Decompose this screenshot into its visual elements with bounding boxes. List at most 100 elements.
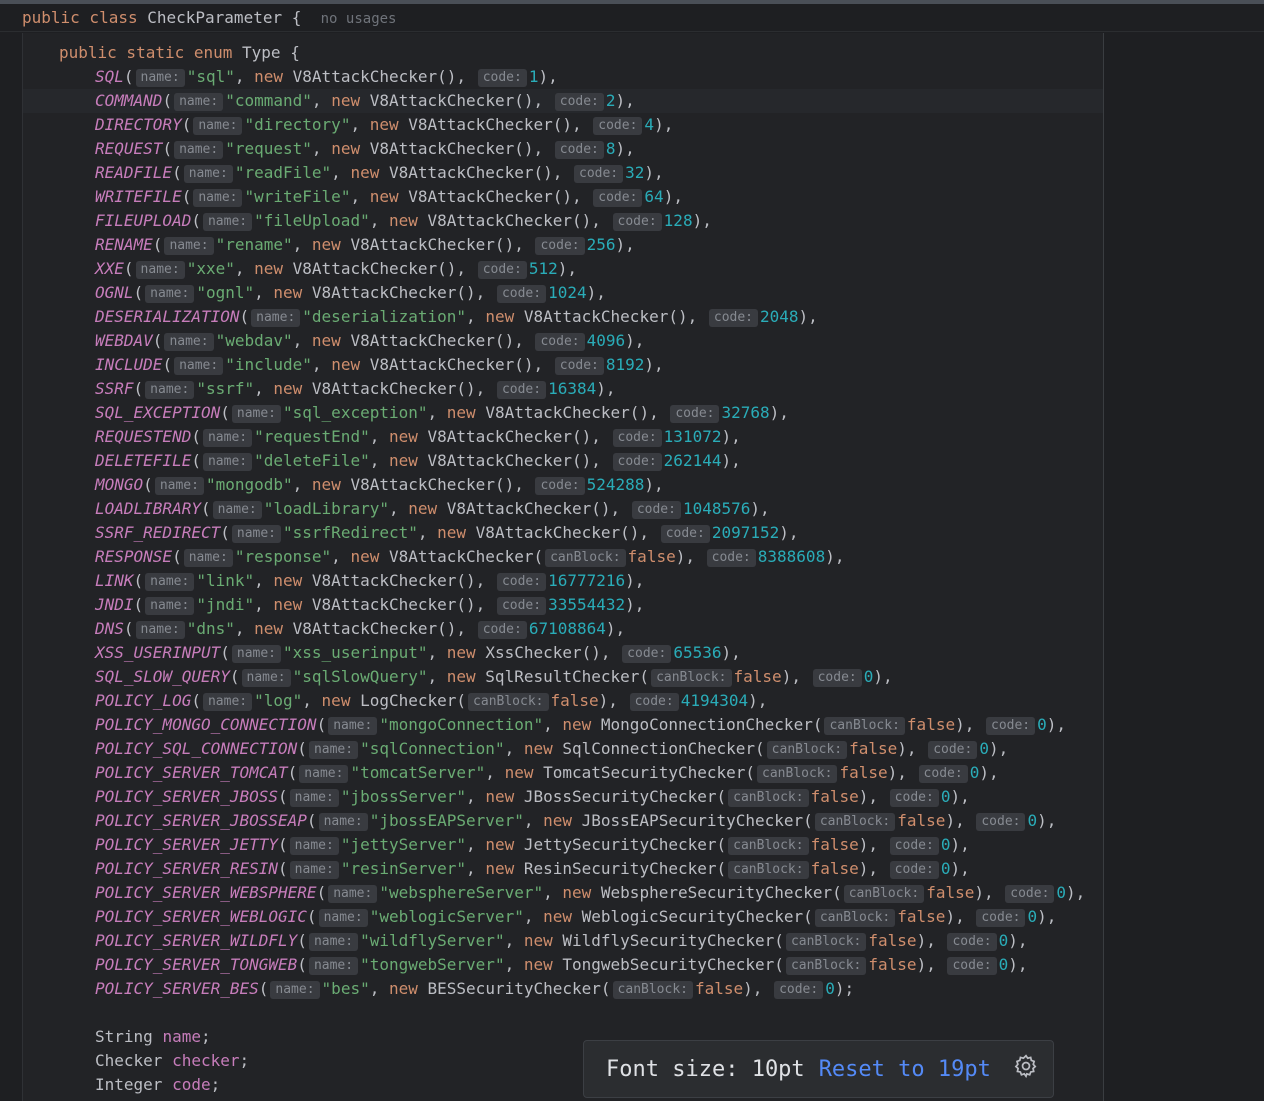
parameter-hint: code:: [708, 309, 759, 327]
punct: ;: [239, 1051, 250, 1070]
enum-entry-line[interactable]: POLICY_SERVER_TONGWEB(name: "tongwebServe…: [23, 953, 1103, 977]
enum-entry-line[interactable]: DIRECTORY(name: "directory", new V8Attack…: [23, 113, 1103, 137]
enum-entry-line[interactable]: POLICY_SERVER_JBOSSEAP(name: "jbossEAPSer…: [23, 809, 1103, 833]
punct: ),: [721, 451, 741, 470]
enum-entry-line[interactable]: LOADLIBRARY(name: "loadLibrary", new V8At…: [23, 497, 1103, 521]
enum-entry-line[interactable]: DNS(name: "dns", new V8AttackChecker(), c…: [23, 617, 1103, 641]
enum-entry-line[interactable]: INCLUDE(name: "include", new V8AttackChec…: [23, 353, 1103, 377]
enum-constant: POLICY_SERVER_JETTY: [95, 835, 279, 854]
parameter-hint: name:: [164, 237, 214, 255]
punct: (: [220, 523, 230, 542]
punct: (: [229, 667, 240, 686]
enum-constant: WEBDAV: [95, 331, 153, 350]
parameter-hint: name:: [289, 789, 339, 807]
parameter-hint: code:: [947, 957, 997, 975]
enum-entry-line[interactable]: POLICY_SERVER_JBOSS(name: "jbossServer", …: [23, 785, 1103, 809]
enum-entry-line[interactable]: POLICY_SERVER_JETTY(name: "jettyServer", …: [23, 833, 1103, 857]
enum-entry-line[interactable]: XSS_USERINPUT(name: "xss_userinput", new …: [23, 641, 1103, 665]
string-literal: "deleteFile": [254, 451, 370, 470]
parameter-hint: code:: [889, 789, 939, 807]
enum-entry-line[interactable]: POLICY_SQL_CONNECTION(name: "sqlConnectio…: [23, 737, 1103, 761]
parameter-hint: code:: [947, 933, 997, 951]
parameter-hint: canBlock:: [814, 813, 896, 831]
string-literal: "link": [196, 571, 255, 590]
punct: ),: [979, 763, 999, 782]
enum-constant: SQL_SLOW_QUERY: [95, 667, 230, 686]
enum-entry-line[interactable]: POLICY_SERVER_WILDFLY(name: "wildflyServe…: [23, 929, 1103, 953]
enum-entry-line[interactable]: POLICY_SERVER_BES(name: "bes", new BESSec…: [23, 977, 1103, 1001]
enum-entry-line[interactable]: DELETEFILE(name: "deleteFile", new V8Atta…: [23, 449, 1103, 473]
enum-entry-line[interactable]: REQUESTEND(name: "requestEnd", new V8Atta…: [23, 425, 1103, 449]
enum-entry-line[interactable]: READFILE(name: "readFile", new V8AttackCh…: [23, 161, 1103, 185]
enum-entry-line[interactable]: COMMAND(name: "command", new V8AttackChec…: [23, 89, 1103, 113]
enum-declaration-line[interactable]: public static enum Type {: [23, 41, 1103, 65]
class-declaration[interactable]: public class CheckParameter { no usages: [22, 8, 396, 27]
field-type: String: [95, 1027, 163, 1046]
enum-entry-line[interactable]: SSRF_REDIRECT(name: "ssrfRedirect", new V…: [23, 521, 1103, 545]
keyword: new: [485, 307, 524, 326]
enum-entry-line[interactable]: SQL(name: "sql", new V8AttackChecker(), c…: [23, 65, 1103, 89]
enum-entry-line[interactable]: WRITEFILE(name: "writeFile", new V8Attack…: [23, 185, 1103, 209]
enum-entry-line[interactable]: XXE(name: "xxe", new V8AttackChecker(), c…: [23, 257, 1103, 281]
enum-constant: COMMAND: [95, 91, 163, 110]
constructor-call: WeblogicSecurityChecker(: [581, 907, 813, 926]
parameter-hint: code:: [928, 741, 978, 759]
usages-hint: no usages: [320, 11, 397, 27]
parameter-hint: name:: [202, 453, 253, 471]
punct: ,: [234, 67, 255, 86]
string-literal: "xxe": [186, 259, 235, 278]
parameter-hint: code:: [622, 645, 672, 663]
punct: ,: [466, 835, 486, 854]
enum-entry-line[interactable]: POLICY_SERVER_RESIN(name: "resinServer", …: [23, 857, 1103, 881]
keyword: new: [369, 115, 409, 134]
enum-entry-line[interactable]: RENAME(name: "rename", new V8AttackChecke…: [23, 233, 1103, 257]
enum-entry-line[interactable]: POLICY_MONGO_CONNECTION(name: "mongoConne…: [23, 713, 1103, 737]
keyword: new: [254, 259, 293, 278]
enum-entry-line[interactable]: OGNL(name: "ognl", new V8AttackChecker(),…: [23, 281, 1103, 305]
blank-line[interactable]: [23, 1001, 1103, 1025]
constructor-call: V8AttackChecker(),: [427, 211, 611, 230]
constructor-call: V8AttackChecker(),: [446, 499, 630, 518]
punct: (: [152, 235, 163, 254]
constructor-call: V8AttackChecker(),: [292, 67, 476, 86]
string-literal: "rename": [215, 235, 293, 254]
string-literal: "ssrfRedirect": [283, 523, 418, 542]
enum-entry-line[interactable]: SSRF(name: "ssrf", new V8AttackChecker(),…: [23, 377, 1103, 401]
keyword: new: [523, 955, 563, 974]
boolean-literal: false: [897, 811, 946, 830]
enum-entry-line[interactable]: POLICY_SERVER_WEBLOGIC(name: "weblogicSer…: [23, 905, 1103, 929]
parameter-hint: name:: [193, 189, 243, 207]
parameter-hint: code:: [477, 621, 527, 639]
enum-entry-line[interactable]: SQL_EXCEPTION(name: "sql_exception", new …: [23, 401, 1103, 425]
code-editor[interactable]: public static enum Type {SQL(name: "sql",…: [22, 33, 1104, 1101]
enum-constant: REQUEST: [95, 139, 163, 158]
parameter-hint: canBlock:: [612, 981, 693, 999]
parameter-hint: name:: [308, 957, 359, 975]
enum-entry-line[interactable]: MONGO(name: "mongodb", new V8AttackChecke…: [23, 473, 1103, 497]
reset-font-link[interactable]: Reset to 19pt: [819, 1057, 991, 1082]
enum-entry-line[interactable]: POLICY_LOG(name: "log", new LogChecker(ca…: [23, 689, 1103, 713]
enum-entry-line[interactable]: FILEUPLOAD(name: "fileUpload", new V8Atta…: [23, 209, 1103, 233]
punct: ,: [311, 355, 332, 374]
enum-constant: POLICY_SERVER_TOMCAT: [95, 763, 288, 782]
enum-constant: SQL: [95, 67, 124, 86]
punct: ),: [625, 331, 645, 350]
gear-icon[interactable]: [1013, 1053, 1039, 1085]
parameter-hint: name:: [202, 213, 253, 231]
parameter-hint: code:: [477, 261, 527, 279]
enum-entry-line[interactable]: DESERIALIZATION(name: "deserialization", …: [23, 305, 1103, 329]
parameter-hint: code:: [629, 693, 679, 711]
enum-entry-line[interactable]: RESPONSE(name: "response", new V8AttackCh…: [23, 545, 1103, 569]
enum-entry-line[interactable]: LINK(name: "link", new V8AttackChecker(),…: [23, 569, 1103, 593]
enum-entry-line[interactable]: POLICY_SERVER_TOMCAT(name: "tomcatServer"…: [23, 761, 1103, 785]
enum-entry-line[interactable]: SQL_SLOW_QUERY(name: "sqlSlowQuery", new …: [23, 665, 1103, 689]
number-literal: 33554432: [548, 595, 626, 614]
punct: ,: [427, 667, 447, 686]
enum-entry-line[interactable]: JNDI(name: "jndi", new V8AttackChecker(),…: [23, 593, 1103, 617]
keyword: new: [437, 523, 476, 542]
enum-entry-line[interactable]: POLICY_SERVER_WEBSPHERE(name: "websphereS…: [23, 881, 1103, 905]
parameter-hint: name:: [145, 597, 195, 615]
parameter-hint: name:: [174, 357, 224, 375]
enum-entry-line[interactable]: WEBDAV(name: "webdav", new V8AttackChecke…: [23, 329, 1103, 353]
enum-entry-line[interactable]: REQUEST(name: "request", new V8AttackChec…: [23, 137, 1103, 161]
